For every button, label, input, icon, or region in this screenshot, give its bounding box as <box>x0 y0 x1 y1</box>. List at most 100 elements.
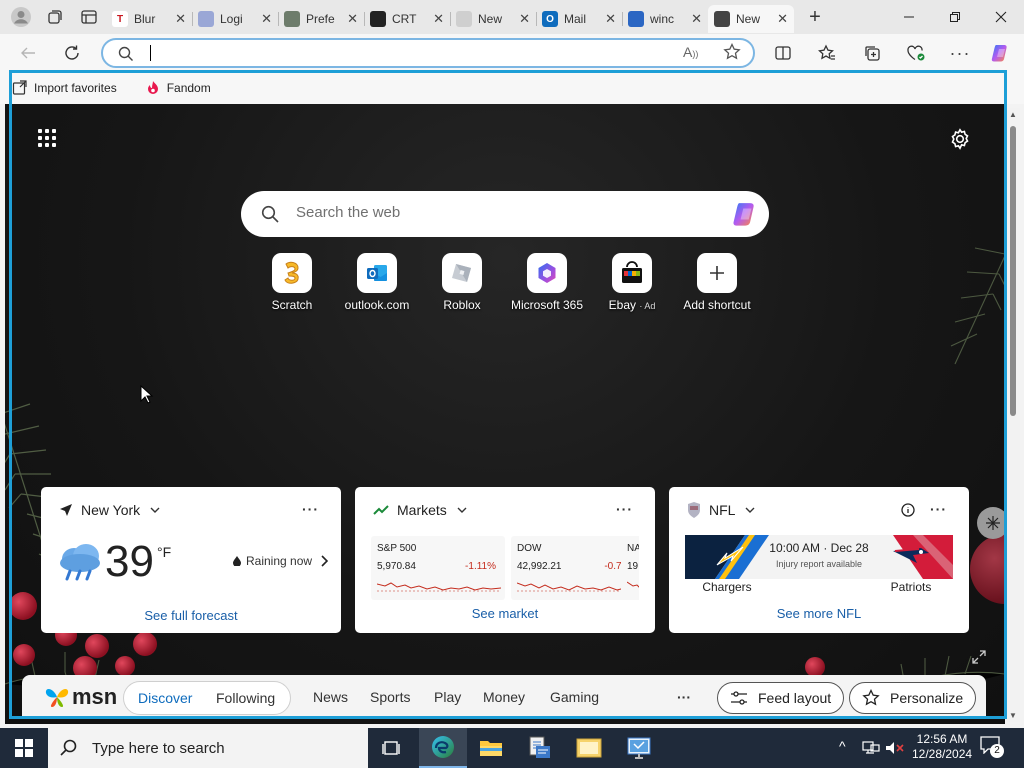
browser-tab[interactable]: Prefe ✕ <box>278 5 364 33</box>
info-icon[interactable] <box>901 503 915 517</box>
shortcut-scratch[interactable]: Scratch <box>249 253 335 312</box>
tab-favicon-icon <box>456 11 472 27</box>
nav-more-button[interactable]: ··· <box>677 689 691 705</box>
feed-layout-button[interactable]: Feed layout <box>717 682 845 714</box>
import-icon <box>12 80 27 95</box>
see-full-forecast-link[interactable]: See full forecast <box>41 608 341 623</box>
favorite-star-icon[interactable] <box>723 42 741 64</box>
shortcut-outlook[interactable]: outlook.com <box>334 253 420 312</box>
favorites-icon[interactable] <box>812 39 842 67</box>
stock-tile[interactable]: NA 19,7 <box>621 536 639 600</box>
nav-gaming[interactable]: Gaming <box>550 689 599 705</box>
stock-change: -1.11% <box>465 561 496 572</box>
personalize-button[interactable]: Personalize <box>849 682 977 714</box>
weather-more-button[interactable]: ··· <box>302 501 319 517</box>
browser-tab[interactable]: Logi ✕ <box>192 5 278 33</box>
refresh-button[interactable] <box>57 39 87 67</box>
close-window-button[interactable] <box>978 0 1024 34</box>
scroll-down-arrow-icon[interactable]: ▼ <box>1009 711 1017 720</box>
browser-essentials-icon[interactable] <box>901 39 931 67</box>
collections-icon[interactable] <box>857 39 887 67</box>
browser-tab[interactable]: CRT ✕ <box>364 5 450 33</box>
shortcut-microsoft-365[interactable]: Microsoft 365 <box>504 253 590 312</box>
markets-card[interactable]: Markets ··· S&P 500 5,970.84 -1.11% DOW … <box>355 487 655 633</box>
weather-condition-link[interactable]: Raining now <box>233 554 329 568</box>
weather-location-selector[interactable]: New York <box>59 502 168 518</box>
shortcut-roblox[interactable]: Roblox <box>419 253 505 312</box>
background-effects-button[interactable] <box>977 507 1005 539</box>
nav-news[interactable]: News <box>313 689 348 705</box>
start-button[interactable] <box>0 728 48 768</box>
taskbar-edge[interactable] <box>419 728 467 768</box>
restore-button[interactable] <box>932 0 978 34</box>
copilot-search-icon[interactable] <box>731 199 761 232</box>
tab-favicon-icon <box>628 11 644 27</box>
scrollbar-thumb[interactable] <box>1010 126 1016 416</box>
import-favorites-link[interactable]: Import favorites <box>12 80 117 96</box>
control-panel-icon <box>627 737 651 759</box>
nav-sports[interactable]: Sports <box>370 689 410 705</box>
taskbar-file-explorer[interactable] <box>467 728 515 768</box>
taskbar-search-box[interactable]: Type here to search <box>48 728 368 768</box>
nav-play[interactable]: Play <box>434 689 461 705</box>
tab-title: Mail <box>564 12 587 26</box>
stock-tile[interactable]: DOW 42,992.21 -0.77% <box>511 536 639 600</box>
close-tab-icon[interactable]: ✕ <box>175 11 186 27</box>
settings-more-button[interactable]: ··· <box>945 39 975 67</box>
weather-card[interactable]: New York ··· 39 °F Raining now See full … <box>41 487 341 633</box>
nfl-more-button[interactable]: ··· <box>930 501 947 517</box>
expand-icon[interactable] <box>972 650 986 664</box>
task-view-button[interactable] <box>368 728 416 768</box>
taskbar-app-document[interactable] <box>515 728 563 768</box>
browser-tab[interactable]: winc ✕ <box>622 5 708 33</box>
browser-tab[interactable]: T Blur ✕ <box>106 5 192 33</box>
browser-tab[interactable]: O Mail ✕ <box>536 5 622 33</box>
tab-discover[interactable]: Discover <box>138 690 192 706</box>
notification-center-button[interactable]: 2 <box>980 736 1006 760</box>
page-settings-gear-icon[interactable] <box>949 128 971 153</box>
shortcut-add[interactable]: Add shortcut <box>674 253 760 312</box>
nav-money[interactable]: Money <box>483 689 525 705</box>
app-launcher-icon[interactable] <box>38 129 58 149</box>
close-tab-icon[interactable]: ✕ <box>691 11 702 27</box>
read-aloud-icon[interactable]: A)) <box>683 44 698 60</box>
show-hidden-icons-chevron[interactable]: ^ <box>839 738 846 754</box>
taskbar-app-control-panel[interactable] <box>615 728 663 768</box>
network-icon[interactable] <box>862 741 880 755</box>
tab-following[interactable]: Following <box>216 690 275 706</box>
see-market-link[interactable]: See market <box>355 606 655 621</box>
split-screen-icon[interactable] <box>768 39 798 67</box>
stock-tile[interactable]: S&P 500 5,970.84 -1.11% <box>371 536 505 600</box>
close-tab-icon[interactable]: ✕ <box>347 11 358 27</box>
scroll-up-arrow-icon[interactable]: ▲ <box>1009 110 1017 119</box>
close-tab-icon[interactable]: ✕ <box>777 11 788 27</box>
tab-actions-icon[interactable] <box>72 0 106 34</box>
shortcut-ebay[interactable]: Ebay · Ad <box>589 253 675 312</box>
browser-tab[interactable]: New ✕ <box>450 5 536 33</box>
volume-muted-icon[interactable] <box>885 741 905 755</box>
address-bar[interactable]: A)) <box>101 38 755 68</box>
fandom-icon <box>147 81 158 94</box>
page-scrollbar[interactable]: ▲ ▼ <box>1006 108 1020 722</box>
workspaces-icon[interactable] <box>38 0 72 34</box>
nfl-card[interactable]: NFL ··· 10:00 AM · Dec 28 Injury report … <box>669 487 969 633</box>
nfl-game-banner[interactable]: 10:00 AM · Dec 28 Injury report availabl… <box>685 535 953 579</box>
nfl-selector[interactable]: NFL <box>687 502 763 518</box>
system-clock[interactable]: 12:56 AM 12/28/2024 <box>912 732 972 762</box>
browser-tab[interactable]: New ✕ <box>708 5 794 33</box>
profile-icon[interactable] <box>4 0 38 34</box>
close-tab-icon[interactable]: ✕ <box>519 11 530 27</box>
close-tab-icon[interactable]: ✕ <box>605 11 616 27</box>
minimize-button[interactable] <box>886 0 932 34</box>
close-tab-icon[interactable]: ✕ <box>261 11 272 27</box>
taskbar-app-photos[interactable] <box>565 728 613 768</box>
msn-logo[interactable]: msn <box>44 684 117 710</box>
web-search-box[interactable]: Search the web <box>241 191 769 237</box>
new-tab-button[interactable]: + <box>800 6 830 29</box>
back-button[interactable] <box>13 39 43 67</box>
fandom-link[interactable]: Fandom <box>145 80 211 96</box>
new-tab-page: Search the web Scratch outlook.com Roblo… <box>5 104 1005 724</box>
see-more-nfl-link[interactable]: See more NFL <box>669 606 969 621</box>
close-tab-icon[interactable]: ✕ <box>433 11 444 27</box>
copilot-icon[interactable] <box>986 39 1016 67</box>
